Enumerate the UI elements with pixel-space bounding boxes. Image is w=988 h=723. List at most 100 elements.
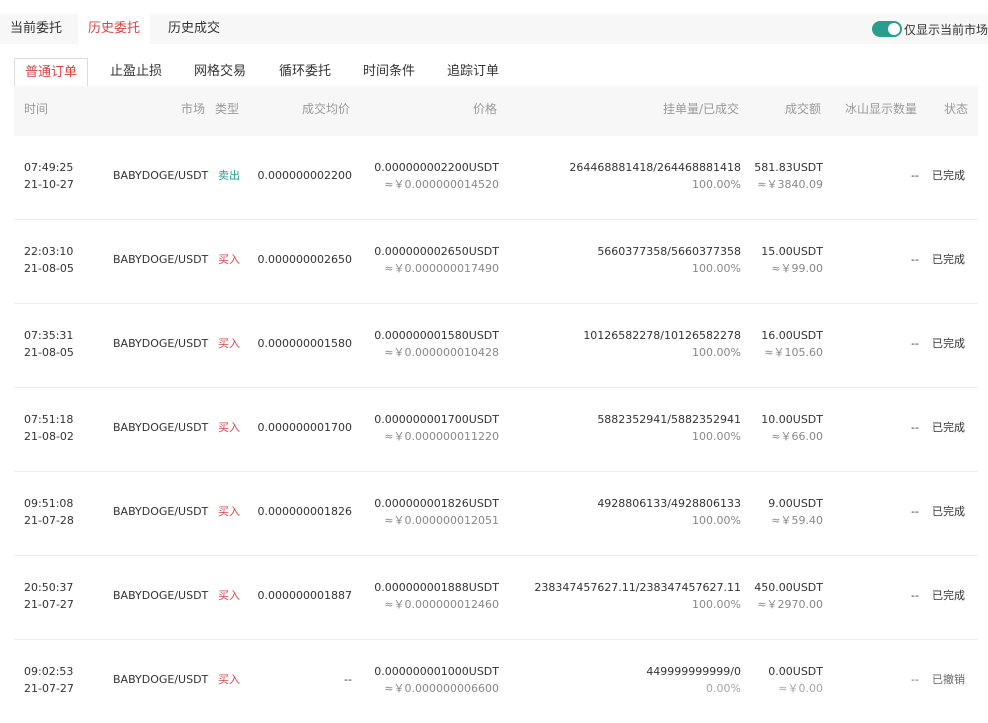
table-row: 20:50:37 21-07-27 BABYDOGE/USDT 买入 0.000… — [14, 556, 978, 640]
table-row: 09:02:53 21-07-27 BABYDOGE/USDT 买入 -- 0.… — [14, 640, 978, 723]
order-amount-cny: ≈￥0.00 — [778, 682, 823, 695]
order-amount-cny: ≈￥66.00 — [771, 430, 823, 443]
order-price: 0.000000001888USDT — [374, 581, 499, 594]
order-fill-pct: 100.00% — [692, 514, 741, 527]
col-amount: 成交额 — [784, 102, 821, 116]
order-time: 20:50:37 — [24, 581, 74, 594]
current-market-toggle[interactable] — [871, 21, 902, 37]
order-time: 07:51:18 — [24, 413, 74, 426]
order-time: 07:49:25 — [24, 161, 74, 174]
order-fill-pct: 100.00% — [692, 598, 741, 611]
order-market: BABYDOGE/USDT — [113, 589, 209, 602]
order-table-body: 07:49:25 21-10-27 BABYDOGE/USDT 卖出 0.000… — [14, 136, 978, 723]
order-amount-cny: ≈￥99.00 — [771, 262, 823, 275]
order-date: 21-10-27 — [24, 178, 74, 191]
order-price-cny: ≈￥0.000000010428 — [384, 346, 499, 359]
order-iceberg: -- — [911, 337, 919, 350]
order-price-cny: ≈￥0.000000011220 — [384, 430, 499, 443]
order-price: 0.000000001700USDT — [374, 413, 499, 426]
order-price: 0.000000002200USDT — [374, 161, 499, 174]
table-header: 时间 市场 类型 成交均价 价格 挂单量/已成交 成交额 冰山显示数量 状态 — [14, 86, 978, 136]
order-amount: 16.00USDT — [761, 329, 823, 342]
order-amount: 9.00USDT — [768, 497, 823, 510]
order-price-cny: ≈￥0.000000012051 — [384, 514, 499, 527]
order-market: BABYDOGE/USDT — [113, 673, 209, 686]
order-qty: 264468881418/264468881418 — [569, 161, 741, 174]
order-price: 0.000000001826USDT — [374, 497, 499, 510]
tab-normal-orders[interactable]: 普通订单 — [14, 58, 89, 86]
col-type: 类型 — [215, 102, 240, 116]
order-price-cny: ≈￥0.000000012460 — [384, 598, 499, 611]
order-fill-pct: 100.00% — [692, 262, 741, 275]
table-row: 07:49:25 21-10-27 BABYDOGE/USDT 卖出 0.000… — [14, 136, 978, 220]
col-market: 市场 — [180, 102, 205, 116]
order-fill-pct: 100.00% — [692, 178, 741, 191]
order-qty: 238347457627.11/238347457627.11 — [534, 581, 741, 594]
order-date: 21-07-27 — [24, 598, 74, 611]
order-side: 买入 — [218, 505, 240, 518]
order-qty: 449999999999/0 — [646, 665, 741, 678]
order-qty: 5882352941/5882352941 — [597, 413, 741, 426]
tab-trailing-orders[interactable]: 追踪订单 — [447, 58, 499, 86]
order-price: 0.000000002650USDT — [374, 245, 499, 258]
col-time: 时间 — [24, 102, 49, 116]
order-market: BABYDOGE/USDT — [113, 169, 209, 182]
order-price-cny: ≈￥0.000000017490 — [384, 262, 499, 275]
order-side: 买入 — [218, 253, 240, 266]
order-iceberg: -- — [911, 253, 919, 266]
tab-tp-sl[interactable]: 止盈止损 — [110, 58, 162, 86]
order-price-cny: ≈￥0.000000006600 — [384, 682, 499, 695]
order-avg-price: 0.000000002200 — [257, 169, 352, 182]
tab-grid-trading[interactable]: 网格交易 — [194, 58, 246, 86]
order-price: 0.000000001580USDT — [374, 329, 499, 342]
order-iceberg: -- — [911, 421, 919, 434]
tab-history-orders[interactable]: 历史委托 — [78, 14, 151, 44]
order-qty: 4928806133/4928806133 — [597, 497, 741, 510]
order-amount: 10.00USDT — [761, 413, 823, 426]
order-avg-price: 0.000000001580 — [257, 337, 352, 350]
top-tab-bar: 当前委托 历史委托 历史成交 仅显示当前市场 — [0, 14, 988, 44]
order-iceberg: -- — [911, 673, 919, 686]
order-amount-cny: ≈￥2970.00 — [757, 598, 823, 611]
order-date: 21-07-27 — [24, 682, 74, 695]
order-avg-price: 0.000000002650 — [257, 253, 352, 266]
order-side: 买入 — [218, 673, 240, 686]
table-row: 07:51:18 21-08-02 BABYDOGE/USDT 买入 0.000… — [14, 388, 978, 472]
tab-loop-orders[interactable]: 循环委托 — [279, 58, 331, 86]
order-status: 已完成 — [932, 337, 965, 350]
order-market: BABYDOGE/USDT — [113, 337, 209, 350]
order-date: 21-08-05 — [24, 346, 74, 359]
order-avg-price: 0.000000001826 — [257, 505, 352, 518]
order-status: 已完成 — [932, 253, 965, 266]
order-iceberg: -- — [911, 589, 919, 602]
tab-history-trades[interactable]: 历史成交 — [168, 14, 220, 44]
order-amount-cny: ≈￥105.60 — [764, 346, 823, 359]
order-fill-pct: 0.00% — [706, 682, 741, 695]
order-avg-price: 0.000000001700 — [257, 421, 352, 434]
order-price: 0.000000001000USDT — [374, 665, 499, 678]
order-date: 21-08-02 — [24, 430, 74, 443]
order-status: 已完成 — [932, 169, 965, 182]
order-amount-cny: ≈￥59.40 — [771, 514, 823, 527]
table-row: 09:51:08 21-07-28 BABYDOGE/USDT 买入 0.000… — [14, 472, 978, 556]
tab-time-condition[interactable]: 时间条件 — [363, 58, 415, 86]
order-avg-price: -- — [344, 673, 352, 686]
tab-current-orders[interactable]: 当前委托 — [10, 14, 62, 44]
order-status: 已完成 — [932, 589, 965, 602]
order-market: BABYDOGE/USDT — [113, 421, 209, 434]
col-iceberg: 冰山显示数量 — [844, 102, 917, 116]
table-row: 07:35:31 21-08-05 BABYDOGE/USDT 买入 0.000… — [14, 304, 978, 388]
order-qty: 10126582278/10126582278 — [583, 329, 741, 342]
order-avg-price: 0.000000001887 — [257, 589, 352, 602]
order-amount: 450.00USDT — [754, 581, 823, 594]
order-amount: 15.00USDT — [761, 245, 823, 258]
order-amount: 0.00USDT — [768, 665, 823, 678]
order-time: 22:03:10 — [24, 245, 74, 258]
order-fill-pct: 100.00% — [692, 430, 741, 443]
order-status: 已完成 — [932, 505, 965, 518]
order-qty: 5660377358/5660377358 — [597, 245, 741, 258]
order-iceberg: -- — [911, 169, 919, 182]
order-side: 买入 — [218, 337, 240, 350]
col-qty: 挂单量/已成交 — [662, 102, 739, 116]
toggle-label: 仅显示当前市场 — [903, 22, 988, 37]
